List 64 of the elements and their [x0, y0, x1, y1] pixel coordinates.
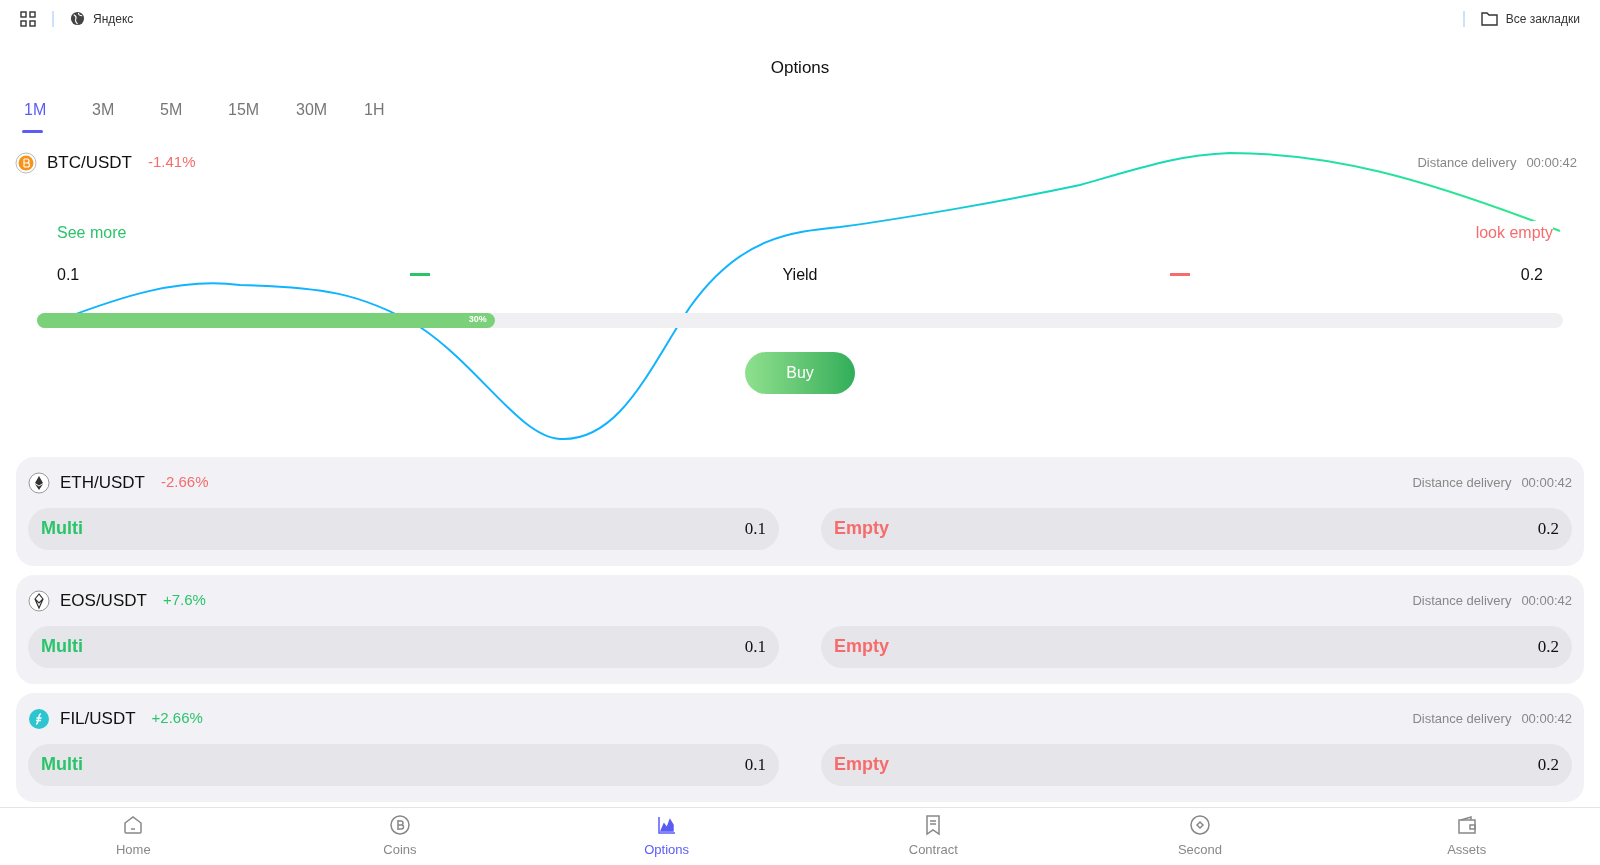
pair-name: FIL/USDT [60, 707, 136, 730]
folder-icon [1480, 11, 1498, 26]
delivery-time: 00:00:42 [1521, 591, 1572, 610]
empty-label: Empty [834, 635, 889, 658]
nav-tab[interactable]: Second [1066, 808, 1334, 865]
delivery-label: Distance delivery [1412, 709, 1512, 728]
delivery-time: 00:00:42 [1521, 473, 1572, 492]
right-value: 0.2 [1520, 264, 1543, 285]
delivery-label: Distance delivery [1412, 591, 1512, 610]
pair-name: ETH/USDT [60, 471, 145, 494]
coin-icon [15, 151, 37, 174]
empty-label: Empty [834, 753, 889, 776]
multi-button[interactable]: Multi 0.1 [28, 625, 779, 668]
delivery-label: Distance delivery [1417, 153, 1517, 172]
interval-tab[interactable]: 1H [362, 97, 430, 133]
multi-value: 0.1 [744, 517, 766, 540]
empty-button[interactable]: Empty 0.2 [821, 507, 1572, 550]
interval-tab[interactable]: 15M [226, 97, 294, 133]
nav-tab[interactable]: Assets [1333, 808, 1600, 865]
coin-icon [28, 707, 50, 730]
multi-value: 0.1 [744, 635, 766, 658]
nav-tab[interactable]: Options [533, 808, 800, 865]
multi-value: 0.1 [744, 753, 766, 776]
delivery-time: 00:00:42 [1526, 153, 1577, 172]
nav-tab[interactable]: Home [0, 808, 267, 865]
multi-button[interactable]: Multi 0.1 [28, 743, 779, 786]
rise-dash-icon [409, 273, 430, 276]
progress-label: 30% [468, 313, 487, 327]
delivery-label: Distance delivery [1412, 473, 1512, 492]
multi-label: Multi [41, 635, 83, 658]
interval-tab[interactable]: 1M [22, 97, 90, 133]
multi-button[interactable]: Multi 0.1 [28, 507, 779, 550]
price-change: -1.41% [148, 152, 196, 173]
coin-icon [28, 471, 50, 494]
nav-tab[interactable]: Contract [800, 808, 1067, 865]
coin-icon [28, 589, 50, 612]
multi-label: Multi [41, 753, 83, 776]
interval-tab[interactable]: 30M [294, 97, 362, 133]
empty-button[interactable]: Empty 0.2 [821, 625, 1572, 668]
nav-tab[interactable]: Coins [266, 808, 534, 865]
all-bookmarks[interactable]: Все закладки [1480, 9, 1580, 28]
empty-button[interactable]: Empty 0.2 [821, 743, 1572, 786]
empty-value: 0.2 [1537, 753, 1559, 776]
empty-value: 0.2 [1537, 517, 1559, 540]
coin-icon [388, 813, 412, 838]
page-title: Options [770, 57, 830, 79]
interval-tab[interactable]: 3M [90, 97, 158, 133]
target-icon [1188, 813, 1212, 838]
price-change: +7.6% [162, 590, 206, 611]
left-value: 0.1 [57, 264, 81, 285]
yield-label: Yield [782, 264, 818, 285]
empty-value: 0.2 [1537, 635, 1559, 658]
interval-tab[interactable]: 5M [158, 97, 226, 133]
pair-name: EOS/USDT [60, 589, 147, 612]
bookmark[interactable]: Яндекс [70, 9, 134, 28]
multi-label: Multi [41, 517, 83, 540]
empty-label: Empty [834, 517, 889, 540]
price-change: -2.66% [161, 472, 209, 493]
fall-dash-icon [1170, 273, 1191, 276]
price-change: +2.66% [151, 708, 203, 729]
delivery-time: 00:00:42 [1521, 709, 1572, 728]
apps-icon[interactable] [20, 10, 36, 27]
globe-icon [70, 11, 85, 26]
pair-name: BTC/USDT [47, 151, 132, 174]
